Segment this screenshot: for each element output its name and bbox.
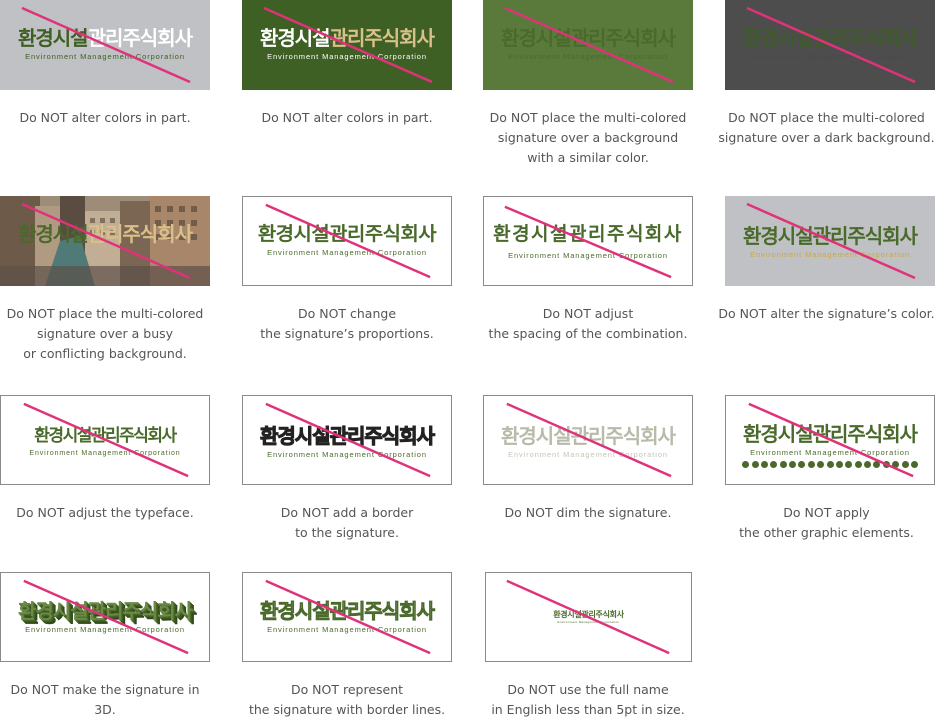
example-tile-10: 환경시설관리주식회사 Environment Management Corpor… — [242, 395, 452, 485]
logo-english: Environment Management Corporation — [508, 450, 668, 459]
logo-korean: 환경시설관리주식회사 — [257, 223, 437, 245]
caption-15: Do NOT use the full name in English less… — [491, 682, 685, 717]
logo-english: Environment Management Corporation — [25, 625, 185, 634]
logo-korean: 환경시설관리주식회사 — [17, 26, 193, 50]
logo-korean: 환경시설관리주식회사 — [259, 26, 435, 50]
logo-english: Environment Management Corporation — [267, 450, 427, 459]
logo-english: Environment Management Corporation — [508, 251, 668, 260]
caption-13: Do NOT make the signature in 3D. — [10, 682, 200, 717]
example-tile-4: 환경시설관리주식회사 Environment Management Corpor… — [725, 0, 935, 90]
logo-english: Environment Management Corporation — [750, 448, 910, 457]
example-tile-3: 환경시설관리주식회사 Environment Management Corpor… — [483, 0, 693, 90]
example-tile-6: 환경시설관리주식회사 Environment Management Corpor… — [242, 196, 452, 286]
example-tile-2: 환경시설관리주식회사 Environment Management Corpor… — [242, 0, 452, 90]
logo-korean: 환경시설관리주식회사 — [553, 610, 624, 619]
logo-english: Environment Management Corporation — [267, 52, 427, 61]
example-tile-12: 환경시설관리주식회사 Environment Management Corpor… — [725, 395, 935, 485]
logo-english: Environment Management Corporation — [25, 52, 185, 61]
caption-12: Do NOT apply the other graphic elements. — [739, 505, 914, 540]
example-tile-7: 환경시설관리주식회사 Environment Management Corpor… — [483, 196, 693, 286]
caption-4: Do NOT place the multi-colored signature… — [718, 110, 935, 145]
logo-english: Environment Management Corporation — [267, 625, 427, 634]
caption-14: Do NOT represent the signature with bord… — [248, 682, 446, 717]
logo-english: Environment Management Corporation — [508, 52, 668, 61]
logo-korean: 환경시설관리주식회사 — [743, 26, 918, 50]
logo-korean: 환경시설관리주식회사 — [18, 599, 193, 623]
caption-10: Do NOT add a border to the signature. — [280, 505, 414, 540]
caption-11: Do NOT dim the signature. — [504, 505, 672, 520]
example-tile-14: 환경시설관리주식회사 Environment Management Corpor… — [242, 572, 452, 662]
logo-english: Environment Management Corporation — [557, 620, 620, 624]
logo-english: Environment Management Corporation — [267, 248, 427, 257]
caption-9: Do NOT adjust the typeface. — [16, 505, 194, 520]
logo-korean: 환경시설관리주식회사 — [260, 599, 436, 623]
caption-3: Do NOT place the multi-colored signature… — [489, 110, 687, 165]
logo-korean: 환경시설관리주식회사 — [501, 26, 676, 50]
example-tile-11: 환경시설관리주식회사 Environment Management Corpor… — [483, 395, 693, 485]
logo-english: Environment Management Corporation — [29, 450, 181, 457]
example-tile-9: 환경시설관리주식회사 Environment Management Corpor… — [0, 395, 210, 485]
example-tile-8: 환경시설관리주식회사 Environment Management Corpor… — [725, 196, 935, 286]
example-tile-5: 환경시설관리주식회사 — [0, 196, 210, 286]
caption-8: Do NOT alter the signature’s color. — [718, 306, 935, 321]
caption-7: Do NOT adjust the spacing of the combina… — [488, 306, 688, 341]
logo-korean: 환경시설관리주식회사 — [34, 426, 177, 446]
logo-english: Environment Management Corporation — [750, 250, 910, 259]
logo-korean: 환경시설관리주식회사 — [743, 224, 918, 248]
dot-pattern-graphic — [726, 460, 934, 468]
logo-korean: 환경시설관리주식회사 — [17, 222, 193, 246]
caption-2: Do NOT alter colors in part. — [261, 110, 433, 125]
logo-korean: 환경시설관리주식회사 — [501, 424, 676, 448]
caption-1: Do NOT alter colors in part. — [19, 110, 191, 125]
logo-korean: 환경시설관리주식회사 — [260, 424, 436, 448]
example-tile-13: 환경시설관리주식회사 Environment Management Corpor… — [0, 572, 210, 662]
logo-english: Environment Management Corporation — [750, 52, 910, 61]
example-tile-1: 환경시설관리주식회사 Environment Management Corpor… — [0, 0, 210, 90]
logo-korean: 환경시설관리주식회사 — [493, 223, 683, 245]
caption-6: Do NOT change the signature’s proportion… — [260, 306, 434, 341]
logo-korean: 환경시설관리주식회사 — [743, 422, 918, 446]
example-tile-15: 환경시설관리주식회사 Environment Management Corpor… — [485, 572, 692, 662]
caption-5: Do NOT place the multi-colored signature… — [6, 306, 204, 361]
